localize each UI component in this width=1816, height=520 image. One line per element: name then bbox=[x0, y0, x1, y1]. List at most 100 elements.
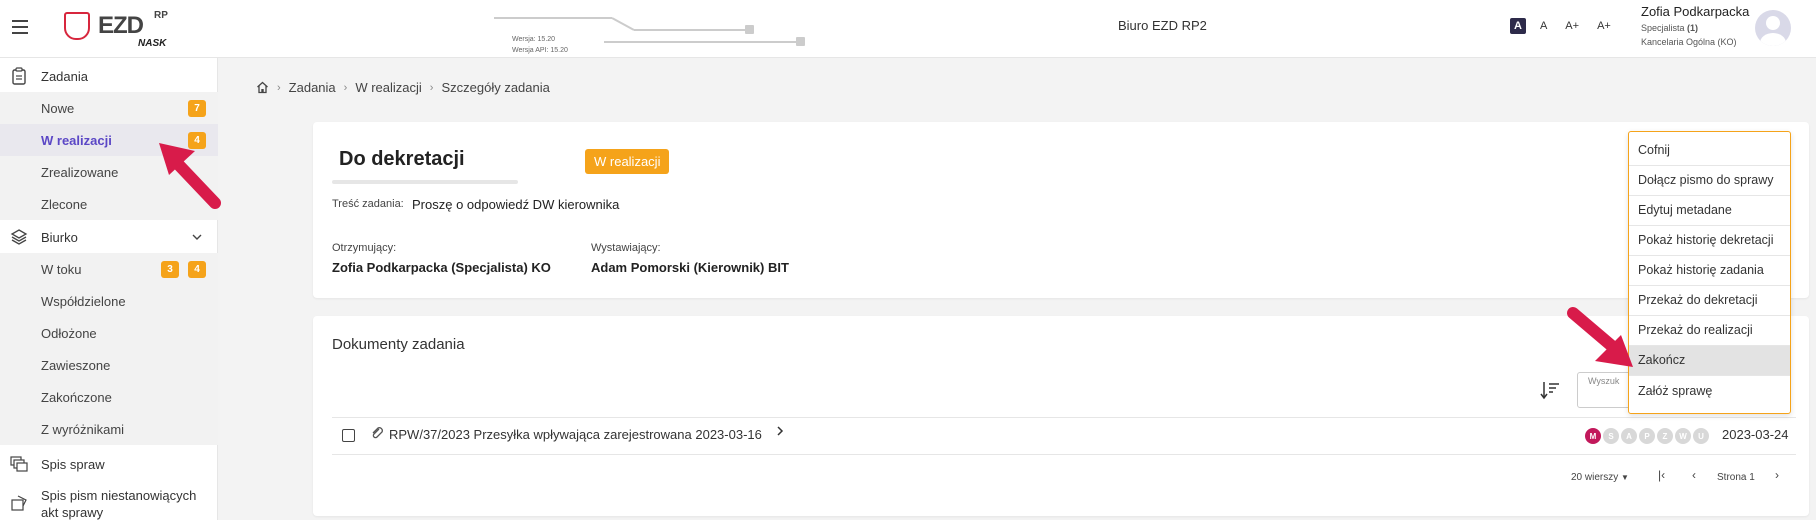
breadcrumb-separator: › bbox=[343, 81, 348, 94]
title-underline bbox=[332, 180, 518, 184]
task-documents-card: Dokumenty zadania Wyszuk RPW/37/2023 Prz… bbox=[313, 316, 1809, 516]
rows-per-page-select[interactable]: 20 wierszy ▼ bbox=[1571, 472, 1629, 483]
menu-icon[interactable] bbox=[12, 20, 28, 34]
section-title: Dokumenty zadania bbox=[332, 336, 465, 353]
page-indicator: Strona 1 bbox=[1717, 472, 1755, 483]
menu-item-historia-zadania[interactable]: Pokaż historię zadania bbox=[1629, 256, 1790, 286]
menu-item-zakoncz[interactable]: Zakończ bbox=[1629, 346, 1790, 376]
font-size-a-plus-plus[interactable]: A+ bbox=[1593, 18, 1615, 34]
sidebar-item-nowe[interactable]: Nowe 7 bbox=[0, 92, 218, 124]
top-header: EZD RP NASK Wersja: 15.20 Wersja API: 15… bbox=[0, 0, 1816, 58]
sidebar-item-label: Spis spraw bbox=[41, 456, 105, 472]
stage-p-icon: P bbox=[1639, 428, 1655, 444]
menu-item-cofnij[interactable]: Cofnij bbox=[1629, 136, 1790, 166]
sidebar-item-label: Zlecone bbox=[41, 196, 88, 212]
ezd-logo[interactable]: EZD RP NASK bbox=[64, 10, 184, 52]
layers-icon bbox=[10, 229, 28, 245]
task-details-card: Do dekretacji W realizacji Treść zadania… bbox=[313, 122, 1809, 298]
user-info[interactable]: Zofia Podkarpacka Specjalista (1) Kancel… bbox=[1641, 4, 1749, 47]
breadcrumb-w-realizacji[interactable]: W realizacji bbox=[355, 80, 421, 95]
documents-icon bbox=[11, 495, 27, 511]
recipient-label: Otrzymujący: bbox=[332, 242, 397, 254]
status-badge: W realizacji bbox=[585, 149, 670, 174]
row-checkbox[interactable] bbox=[342, 429, 355, 442]
content-label: Treść zadania: bbox=[332, 198, 404, 210]
stage-z-icon: Z bbox=[1657, 428, 1673, 444]
font-size-controls: A A A+ A+ bbox=[1510, 18, 1615, 34]
document-date: 2023-03-24 bbox=[1722, 427, 1789, 442]
stage-w-icon: W bbox=[1675, 428, 1691, 444]
breadcrumb-separator: › bbox=[429, 81, 434, 94]
office-name: Biuro EZD RP2 bbox=[1118, 18, 1207, 33]
font-size-a-plus[interactable]: A+ bbox=[1561, 18, 1583, 34]
stage-s-icon: S bbox=[1603, 428, 1619, 444]
content-value: Proszę o odpowiedź DW kierownika bbox=[412, 197, 620, 212]
caret-down-icon: ▼ bbox=[1621, 473, 1629, 482]
count-badge: 7 bbox=[188, 99, 206, 117]
stage-m-icon: M bbox=[1585, 428, 1601, 444]
user-role-text: Specjalista bbox=[1641, 23, 1688, 33]
font-size-a-default[interactable]: A bbox=[1510, 18, 1526, 34]
logo-sup: RP bbox=[154, 10, 168, 21]
count-badge: 4 bbox=[188, 260, 206, 278]
menu-item-edytuj-metadane[interactable]: Edytuj metadane bbox=[1629, 196, 1790, 226]
rows-per-page-value: 20 wierszy bbox=[1571, 472, 1619, 483]
document-link[interactable]: RPW/37/2023 Przesyłka wpływająca zarejes… bbox=[389, 427, 762, 442]
menu-item-historia-dekretacji[interactable]: Pokaż historię dekretacji bbox=[1629, 226, 1790, 256]
actions-menu: Cofnij Dołącz pismo do sprawy Edytuj met… bbox=[1628, 131, 1791, 414]
home-icon[interactable] bbox=[256, 81, 269, 94]
prev-page-icon[interactable]: ‹ bbox=[1692, 468, 1696, 482]
sidebar-item-label: W realizacji bbox=[41, 132, 112, 148]
sidebar-item-zadania[interactable]: Zadania bbox=[0, 60, 218, 92]
sidebar-item-label: Współdzielone bbox=[41, 293, 126, 309]
paperclip-icon bbox=[372, 427, 383, 439]
sidebar-item-label: Zadania bbox=[41, 68, 88, 84]
page-title: Do dekretacji bbox=[339, 148, 465, 170]
sidebar-item-label: Spis pism niestanowiących akt sprawy bbox=[41, 487, 196, 520]
user-role: Specjalista (1) bbox=[1641, 23, 1749, 33]
version-text: Wersja: 15.20 bbox=[512, 36, 556, 43]
breadcrumb-separator: › bbox=[277, 81, 281, 94]
sidebar-item-spis-pism[interactable]: Spis pism niestanowiących akt sprawy bbox=[0, 484, 218, 520]
sidebar-item-zlecone[interactable]: Zlecone bbox=[0, 188, 218, 220]
sidebar-item-label: Z wyróżnikami bbox=[41, 421, 125, 437]
divider bbox=[332, 417, 1796, 418]
clipboard-icon bbox=[12, 67, 26, 85]
font-size-a[interactable]: A bbox=[1536, 18, 1551, 34]
user-role-count: (1) bbox=[1687, 23, 1699, 33]
menu-item-zaloz-sprawe[interactable]: Załóż sprawę bbox=[1629, 376, 1790, 406]
sidebar-item-zrealizowane[interactable]: Zrealizowane bbox=[0, 156, 218, 188]
sidebar-item-zawieszone[interactable]: Zawieszone bbox=[0, 349, 218, 381]
sidebar-item-label: Biurko bbox=[41, 229, 78, 245]
recipient-value: Zofia Podkarpacka (Specjalista) KO bbox=[332, 260, 551, 275]
count-badge: 4 bbox=[188, 131, 206, 149]
sort-icon[interactable] bbox=[1540, 380, 1560, 400]
sidebar-item-biurko[interactable]: Biurko bbox=[0, 221, 218, 253]
chevron-down-icon[interactable] bbox=[192, 233, 202, 241]
search-placeholder: Wyszuk bbox=[1588, 376, 1620, 386]
logo-shield-icon bbox=[64, 12, 90, 40]
sidebar-item-wspoldzielone[interactable]: Współdzielone bbox=[0, 285, 218, 317]
logo-text: EZD bbox=[98, 12, 144, 39]
stage-u-icon: U bbox=[1693, 428, 1709, 444]
sidebar-item-w-realizacji[interactable]: W realizacji 4 bbox=[0, 124, 218, 156]
next-page-icon[interactable]: › bbox=[1775, 468, 1779, 482]
sidebar-item-label: Zrealizowane bbox=[41, 164, 119, 180]
first-page-icon[interactable]: |‹ bbox=[1658, 468, 1665, 482]
api-version-text: Wersja API: 15.20 bbox=[512, 47, 568, 54]
menu-item-przekaz-do-realizacji[interactable]: Przekaż do realizacji bbox=[1629, 316, 1790, 346]
menu-item-przekaz-do-dekretacji[interactable]: Przekaż do dekretacji bbox=[1629, 286, 1790, 316]
chevron-right-icon[interactable] bbox=[776, 425, 784, 437]
user-name: Zofia Podkarpacka bbox=[1641, 4, 1750, 19]
breadcrumb-zadania[interactable]: Zadania bbox=[289, 80, 336, 95]
avatar[interactable] bbox=[1755, 10, 1791, 46]
sidebar-item-w-toku[interactable]: W toku 3 4 bbox=[0, 253, 218, 285]
timeline-graphic bbox=[494, 17, 805, 46]
sidebar-item-z-wyroznikami[interactable]: Z wyróżnikami bbox=[0, 413, 218, 445]
count-badge: 3 bbox=[161, 260, 179, 278]
sidebar-item-zakonczone[interactable]: Zakończone bbox=[0, 381, 218, 413]
stage-a-icon: A bbox=[1621, 428, 1637, 444]
menu-item-dolacz-pismo[interactable]: Dołącz pismo do sprawy bbox=[1629, 166, 1790, 196]
sidebar-item-spis-spraw[interactable]: Spis spraw bbox=[0, 448, 218, 480]
sidebar-item-odlozone[interactable]: Odłożone bbox=[0, 317, 218, 349]
